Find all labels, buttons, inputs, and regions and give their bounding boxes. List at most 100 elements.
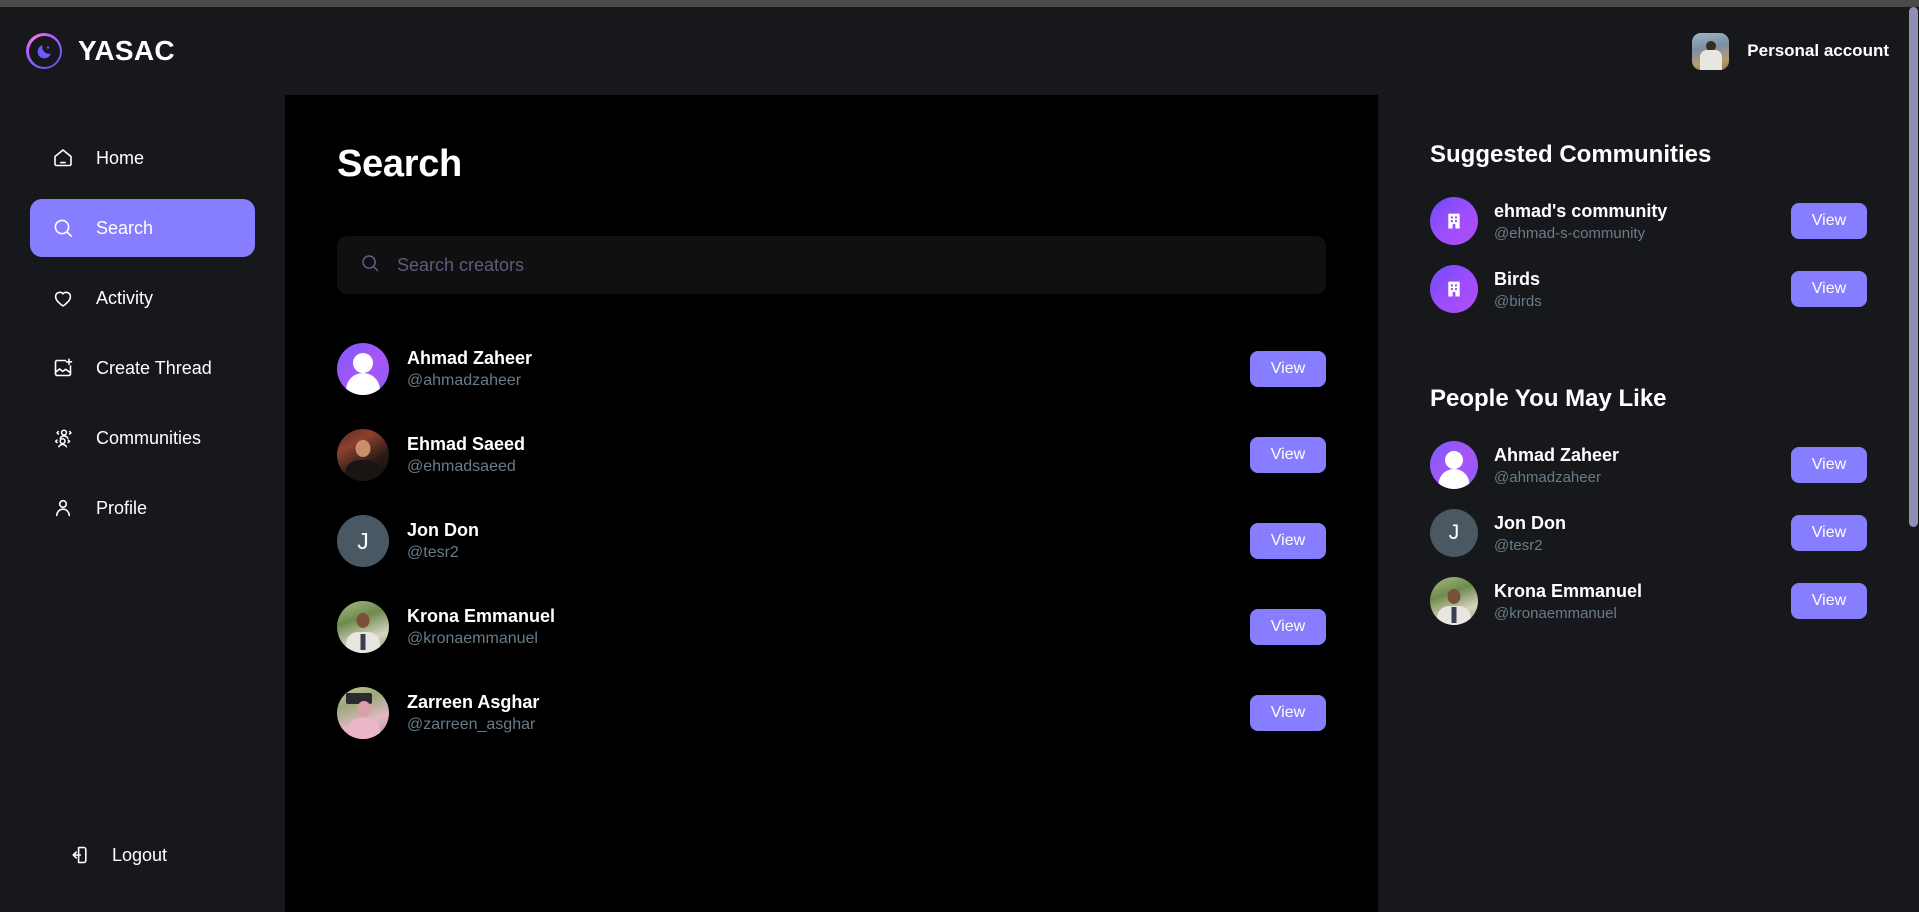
sidebar-item-communities[interactable]: Communities <box>30 409 255 467</box>
list-item-meta: Krona Emmanuel @kronaemmanuel <box>407 606 555 648</box>
list-item[interactable]: Birds @birds View <box>1430 265 1919 313</box>
search-input[interactable] <box>397 254 1304 276</box>
suggested-communities-list: ehmad's community @ehmad-s-community View B… <box>1430 197 1919 313</box>
view-button[interactable]: View <box>1250 351 1326 387</box>
avatar <box>1430 441 1478 489</box>
view-button[interactable]: View <box>1791 271 1867 307</box>
list-item-name: ehmad's community <box>1494 200 1668 221</box>
avatar <box>1430 577 1478 625</box>
brand-name: YASAC <box>78 35 175 66</box>
list-item-handle: @ehmad-s-community <box>1494 224 1646 242</box>
brand[interactable]: YASAC <box>26 33 175 69</box>
list-item-meta: Ehmad Saeed @ehmadsaeed <box>407 434 525 476</box>
app-root: YASAC Personal account Home Search Activ… <box>0 0 1919 912</box>
main-content: Search Ahmad Zaheer@ahmadzaheerViewEhmad… <box>285 95 1378 912</box>
avatar <box>1430 197 1478 245</box>
list-item-name: Zarreen Asghar <box>407 692 540 712</box>
search-icon <box>359 252 381 279</box>
list-item-name: Jon Don <box>1494 512 1566 533</box>
avatar: J <box>337 515 389 567</box>
list-item-name: Ehmad Saeed <box>407 434 526 454</box>
list-item[interactable]: J Jon Don @tesr2 View <box>1430 509 1919 557</box>
list-item-handle: @tesr2 <box>407 544 459 561</box>
logout-arrow-icon <box>66 842 92 868</box>
list-item-name: Ahmad Zaheer <box>1494 444 1620 465</box>
list-item-meta: Birds @birds <box>1494 269 1542 310</box>
personal-account-button[interactable]: Personal account <box>1692 32 1889 70</box>
avatar <box>1692 32 1730 70</box>
list-item[interactable]: J Jon Don @tesr2 View <box>337 502 1326 580</box>
sidebar-item-label: Communities <box>96 427 202 448</box>
list-item[interactable]: Ahmad Zaheer @ahmadzaheer View <box>337 330 1326 408</box>
avatar <box>337 429 389 481</box>
avatar <box>337 601 389 653</box>
avatar <box>1430 265 1478 313</box>
list-item[interactable]: Krona Emmanuel @kronaemmanuel View <box>337 588 1326 666</box>
list-item-handle: @tesr2 <box>1494 536 1543 554</box>
scrollbar-thumb[interactable] <box>1909 7 1918 527</box>
list-item-name: Jon Don <box>407 520 479 540</box>
view-button[interactable]: View <box>1250 523 1326 559</box>
list-item[interactable]: Ahmad Zaheer @ahmadzaheer View <box>1430 441 1919 489</box>
list-item-handle: @ahmadzaheer <box>1494 468 1601 486</box>
list-item-meta: Zarreen Asghar @zarreen_asghar <box>407 692 539 734</box>
sidebar-item-search[interactable]: Search <box>30 199 255 257</box>
search-bar[interactable] <box>337 236 1326 294</box>
list-item-meta: Ahmad Zaheer @ahmadzaheer <box>407 348 532 390</box>
list-item-handle: @ehmadsaeed <box>407 458 516 475</box>
crescent-moon-circle-icon <box>26 33 62 69</box>
list-item-meta: Jon Don @tesr2 <box>1494 513 1566 554</box>
view-button[interactable]: View <box>1791 203 1867 239</box>
suggested-communities-title: Suggested Communities <box>1430 141 1712 168</box>
list-item-name: Ahmad Zaheer <box>407 348 533 368</box>
account-label: Personal account <box>1747 41 1889 60</box>
sidebar-item-activity[interactable]: Activity <box>30 269 255 327</box>
sidebar-item-home[interactable]: Home <box>30 129 255 187</box>
sidebar-item-label: Profile <box>96 497 148 518</box>
sidebar-item-label: Home <box>96 147 145 168</box>
list-item-handle: @ahmadzaheer <box>407 372 522 389</box>
search-results-list: Ahmad Zaheer @ahmadzaheer View Ehmad Saeed @… <box>337 330 1326 752</box>
view-button[interactable]: View <box>1250 609 1326 645</box>
list-item-handle: @kronaemmanuel <box>1494 604 1617 622</box>
list-item-handle: @birds <box>1494 292 1542 310</box>
list-item[interactable]: Krona Emmanuel @kronaemmanuel View <box>1430 577 1919 625</box>
logout-label: Logout <box>112 844 168 865</box>
logout-button[interactable]: Logout <box>0 842 285 868</box>
list-item-meta: Krona Emmanuel @kronaemmanuel <box>1494 581 1642 622</box>
sidebar-item-label: Create Thread <box>96 357 212 378</box>
list-item-meta: ehmad's community @ehmad-s-community <box>1494 201 1667 242</box>
list-item[interactable]: Zarreen Asghar @zarreen_asghar View <box>337 674 1326 752</box>
top-bar: YASAC Personal account <box>0 7 1919 95</box>
avatar <box>337 343 389 395</box>
list-item[interactable]: Ehmad Saeed @ehmadsaeed View <box>337 416 1326 494</box>
browser-chrome-strip <box>0 0 1919 7</box>
list-item-handle: @kronaemmanuel <box>407 630 538 647</box>
sidebar-item-profile[interactable]: Profile <box>30 479 255 537</box>
right-sidebar: Suggested Communities ehmad's community @… <box>1378 95 1919 912</box>
view-button[interactable]: View <box>1791 447 1867 483</box>
view-button[interactable]: View <box>1250 437 1326 473</box>
list-item-name: Krona Emmanuel <box>407 606 556 626</box>
users-group-icon <box>50 425 76 451</box>
list-item-handle: @zarreen_asghar <box>407 716 536 733</box>
view-button[interactable]: View <box>1791 515 1867 551</box>
list-item[interactable]: ehmad's community @ehmad-s-community View <box>1430 197 1919 245</box>
section-divider <box>1430 313 1919 385</box>
people-you-may-like-title: People You May Like <box>1430 385 1667 412</box>
sidebar-item-label: Search <box>96 217 154 238</box>
view-button[interactable]: View <box>1250 695 1326 731</box>
sidebar-item-label: Activity <box>96 287 154 308</box>
people-you-may-like-list: Ahmad Zaheer @ahmadzaheer View J Jon Don @tes… <box>1430 441 1919 625</box>
home-icon <box>50 145 76 171</box>
list-item-name: Birds <box>1494 268 1541 289</box>
list-item-meta: Jon Don @tesr2 <box>407 520 479 562</box>
sidebar-item-create-thread[interactable]: Create Thread <box>30 339 255 397</box>
view-button[interactable]: View <box>1791 583 1867 619</box>
image-plus-icon <box>50 355 76 381</box>
user-icon <box>50 495 76 521</box>
sidebar-nav: Home Search Activity Create Thread Commu… <box>0 129 285 537</box>
page-scrollbar[interactable] <box>1907 7 1919 912</box>
left-sidebar: Home Search Activity Create Thread Commu… <box>0 95 285 912</box>
heart-icon <box>50 285 76 311</box>
